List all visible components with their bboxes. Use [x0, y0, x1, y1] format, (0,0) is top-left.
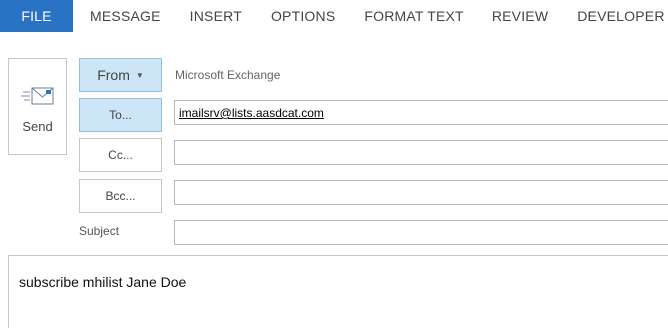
- from-account: Microsoft Exchange: [175, 68, 281, 82]
- cc-field[interactable]: [174, 140, 668, 165]
- tab-insert[interactable]: INSERT: [190, 0, 242, 32]
- tab-developer[interactable]: DEVELOPER: [577, 0, 664, 32]
- envelope-send-icon: [20, 87, 53, 105]
- send-button[interactable]: Send: [8, 58, 67, 155]
- to-button[interactable]: To...: [79, 98, 162, 132]
- tab-review[interactable]: REVIEW: [492, 0, 548, 32]
- from-label: From: [97, 67, 130, 83]
- tab-options[interactable]: OPTIONS: [271, 0, 335, 32]
- to-field[interactable]: imailsrv@lists.aasdcat.com: [174, 100, 668, 125]
- bcc-button[interactable]: Bcc...: [79, 179, 162, 213]
- send-label: Send: [22, 119, 53, 134]
- chevron-down-icon: ▼: [135, 70, 144, 80]
- compose-window: FILE MESSAGE INSERT OPTIONS FORMAT TEXT …: [0, 0, 668, 328]
- subject-field[interactable]: [174, 220, 668, 245]
- cc-button[interactable]: Cc...: [79, 138, 162, 172]
- tab-format-text[interactable]: FORMAT TEXT: [364, 0, 463, 32]
- recipient-address[interactable]: imailsrv@lists.aasdcat.com: [179, 106, 324, 120]
- bcc-field[interactable]: [174, 180, 668, 205]
- from-button[interactable]: From ▼: [79, 58, 162, 92]
- tab-file[interactable]: FILE: [0, 0, 73, 32]
- message-body[interactable]: subscribe mhilist Jane Doe: [8, 255, 668, 328]
- subject-label: Subject: [79, 224, 120, 238]
- tab-message[interactable]: MESSAGE: [90, 0, 161, 32]
- ribbon-tab-bar: FILE MESSAGE INSERT OPTIONS FORMAT TEXT …: [0, 0, 668, 32]
- message-body-text: subscribe mhilist Jane Doe: [19, 274, 187, 290]
